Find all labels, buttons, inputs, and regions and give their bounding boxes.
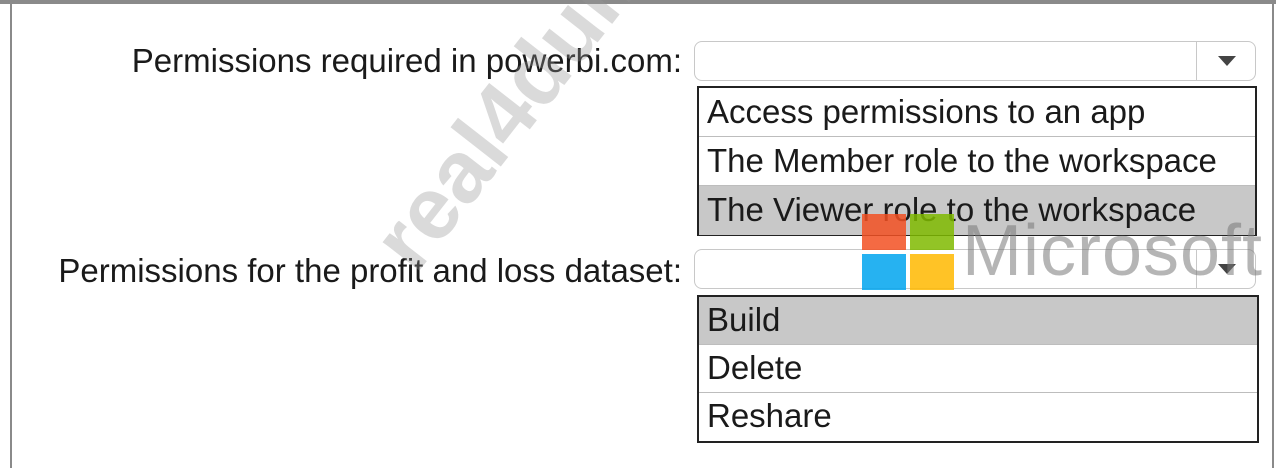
microsoft-logo-icon: [862, 214, 956, 294]
logo-blue-square: [862, 254, 906, 290]
question-canvas: Permissions required in powerbi.com: Acc…: [0, 0, 1276, 468]
option-build[interactable]: Build: [699, 297, 1257, 345]
option-member-role-workspace[interactable]: The Member role to the workspace: [699, 137, 1255, 186]
option-access-permissions-app[interactable]: Access permissions to an app: [699, 88, 1255, 137]
option-delete[interactable]: Delete: [699, 345, 1257, 393]
brand-watermark: Microsoft: [962, 211, 1264, 291]
question-1-dropdown-button[interactable]: [1196, 42, 1255, 80]
logo-green-square: [910, 214, 954, 250]
logo-red-square: [862, 214, 906, 250]
question-2-label: Permissions for the profit and loss data…: [58, 252, 682, 289]
option-reshare[interactable]: Reshare: [699, 393, 1257, 441]
question-2-options-list: Build Delete Reshare: [697, 295, 1259, 443]
question-1-dropdown[interactable]: [694, 41, 1256, 81]
logo-yellow-square: [910, 254, 954, 290]
chevron-down-icon: [1218, 56, 1236, 66]
